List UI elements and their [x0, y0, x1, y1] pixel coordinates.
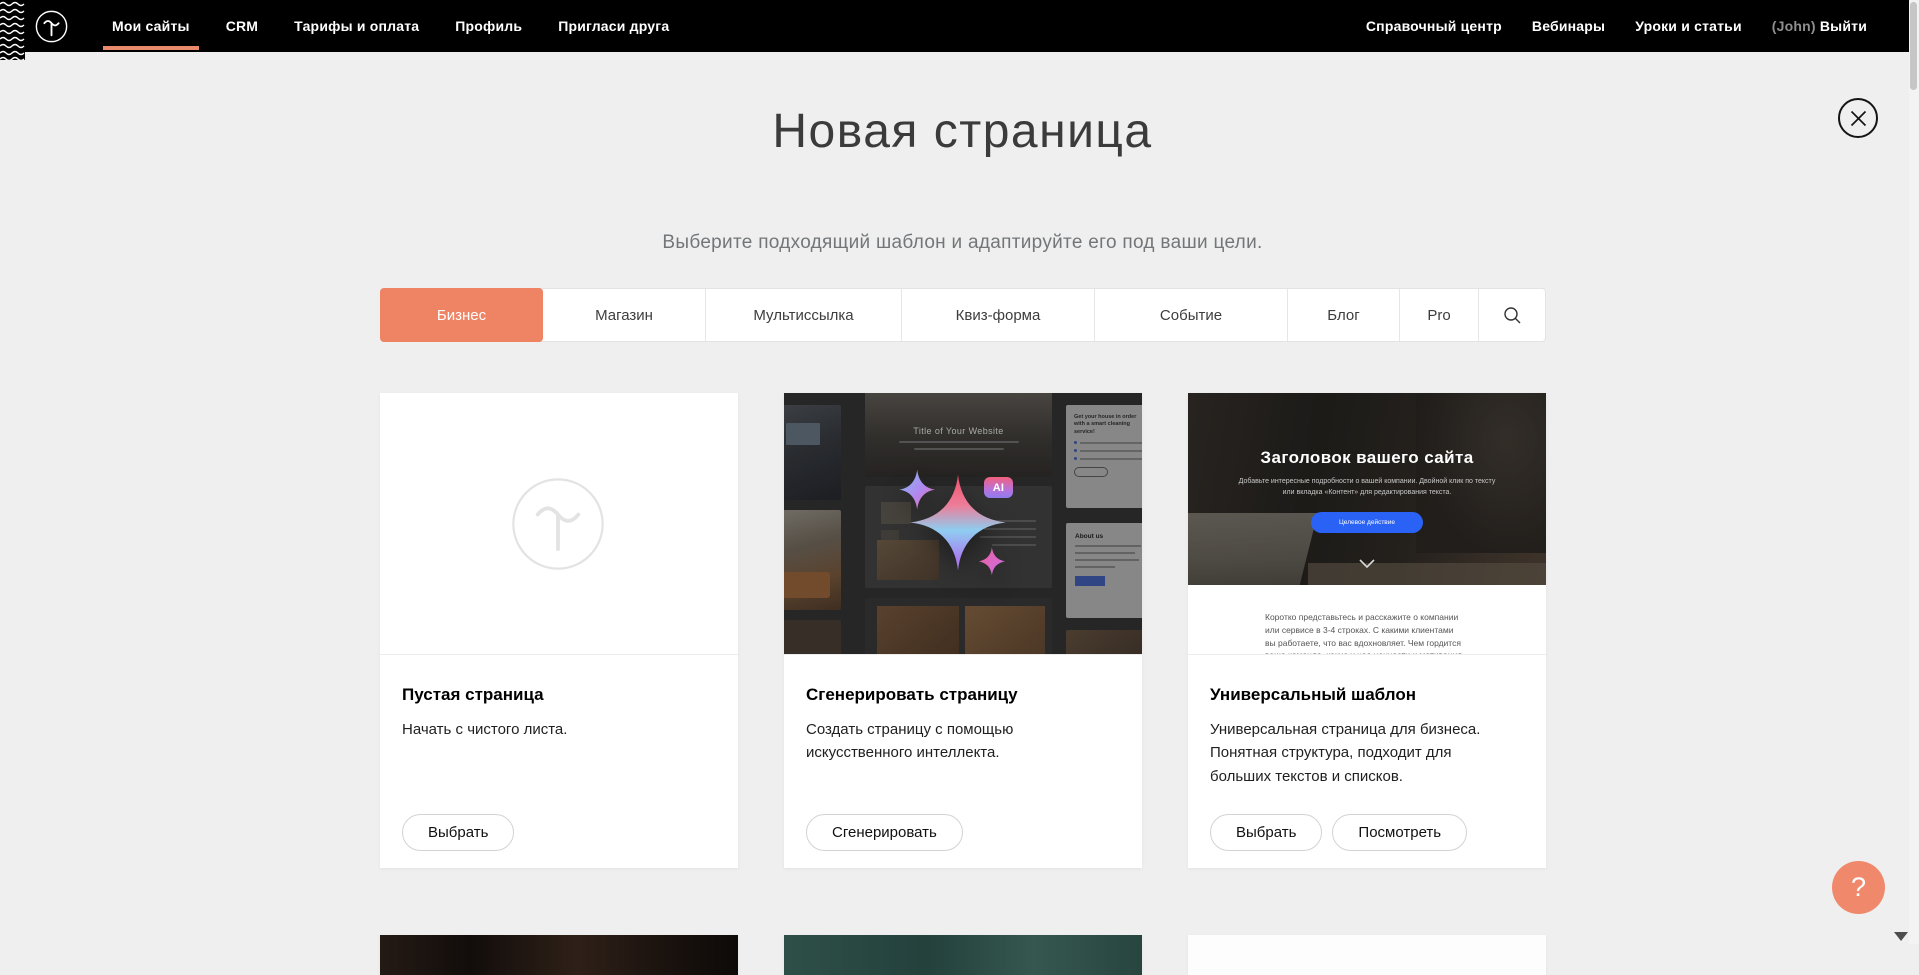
close-button[interactable]	[1838, 98, 1878, 138]
scrollbar-thumb[interactable]	[1910, 2, 1917, 90]
nav-item-help-center[interactable]: Справочный центр	[1366, 18, 1502, 34]
page-title: Новая страница	[378, 104, 1547, 159]
tab-pro[interactable]: Pro	[1400, 289, 1479, 341]
template-cards-row: Пустая страница Начать с чистого листа. …	[380, 393, 1546, 868]
ai-badge: AI	[984, 477, 1013, 498]
template-card-blank-page[interactable]: Пустая страница Начать с чистого листа. …	[380, 393, 738, 868]
template-card-universal[interactable]: Заголовок вашего сайта Добавьте интересн…	[1188, 393, 1546, 868]
template-card-partial[interactable]	[380, 935, 738, 975]
mock-hero-subtitle: Добавьте интересные подробности о вашей …	[1233, 477, 1501, 499]
nav-item-my-sites[interactable]: Мои сайты	[112, 18, 190, 34]
user-name: (John)	[1772, 18, 1816, 34]
mock-hero-section: Заголовок вашего сайта Добавьте интересн…	[1188, 393, 1546, 585]
ai-sparkle-icon	[784, 393, 1142, 654]
choose-button[interactable]: Выбрать	[1210, 814, 1322, 851]
scrollbar-track[interactable]	[1909, 0, 1919, 944]
top-nav: Мои сайты CRM Тарифы и оплата Профиль Пр…	[0, 0, 1919, 52]
card-description: Начать с чистого листа.	[402, 718, 702, 741]
card-title: Универсальный шаблон	[1210, 685, 1524, 705]
tilda-logo[interactable]	[35, 10, 68, 43]
template-card-partial[interactable]	[784, 935, 1142, 975]
ai-generate-preview: Title of Your Website Get your house in …	[784, 393, 1142, 655]
mock-hero-title: Заголовок вашего сайта	[1260, 448, 1473, 468]
nav-item-webinars[interactable]: Вебинары	[1532, 18, 1605, 34]
nav-item-tariffs[interactable]: Тарифы и оплата	[294, 18, 419, 34]
scroll-down-arrow-icon[interactable]	[1894, 932, 1908, 941]
nav-item-lessons[interactable]: Уроки и статьи	[1635, 18, 1742, 34]
chevron-down-icon	[1359, 555, 1375, 573]
template-cards-row-2	[380, 935, 1546, 975]
view-button[interactable]: Посмотреть	[1332, 814, 1467, 851]
nav-help-menu: Справочный центр Вебинары Уроки и статьи…	[1366, 18, 1867, 34]
card-description: Создать страницу с помощью искусственног…	[806, 718, 1106, 765]
help-button[interactable]: ?	[1832, 861, 1885, 914]
tab-multilink[interactable]: Мультиссылка	[706, 289, 902, 341]
card-title: Пустая страница	[402, 685, 716, 705]
tab-quiz-form[interactable]: Квиз-форма	[902, 289, 1095, 341]
nav-item-invite-friend[interactable]: Пригласи друга	[558, 18, 669, 34]
page-subtitle: Выберите подходящий шаблон и адаптируйте…	[378, 232, 1547, 254]
tab-business[interactable]: Бизнес	[380, 288, 543, 342]
mock-body-text: Коротко представьтесь и расскажите о ком…	[1265, 611, 1465, 655]
choose-button[interactable]: Выбрать	[402, 814, 514, 851]
tab-event[interactable]: Событие	[1095, 289, 1288, 341]
tab-blog[interactable]: Блог	[1288, 289, 1400, 341]
close-icon	[1850, 110, 1867, 127]
template-card-ai-generate[interactable]: Title of Your Website Get your house in …	[784, 393, 1142, 868]
nav-item-crm[interactable]: CRM	[226, 18, 258, 34]
tab-store[interactable]: Магазин	[543, 289, 706, 341]
template-category-tabs: Бизнес Магазин Мультиссылка Квиз-форма С…	[380, 288, 1546, 342]
mock-cta-button: Целевое действие	[1311, 512, 1423, 533]
logout-label: Выйти	[1820, 18, 1867, 34]
card-description: Универсальная страница для бизнеса. Поня…	[1210, 718, 1510, 788]
blank-page-preview	[380, 393, 738, 655]
nav-item-profile[interactable]: Профиль	[455, 18, 522, 34]
nav-item-logout[interactable]: (John) Выйти	[1772, 18, 1867, 34]
generate-button[interactable]: Сгенерировать	[806, 814, 963, 851]
universal-template-preview: Заголовок вашего сайта Добавьте интересн…	[1188, 393, 1546, 655]
nav-main-menu: Мои сайты CRM Тарифы и оплата Профиль Пр…	[112, 18, 669, 34]
card-title: Сгенерировать страницу	[806, 685, 1120, 705]
wave-pattern-decoration	[0, 0, 25, 60]
search-icon	[1503, 306, 1522, 325]
template-card-partial[interactable]	[1188, 935, 1546, 975]
tab-search[interactable]	[1479, 289, 1545, 341]
tilda-watermark-icon	[511, 477, 605, 571]
